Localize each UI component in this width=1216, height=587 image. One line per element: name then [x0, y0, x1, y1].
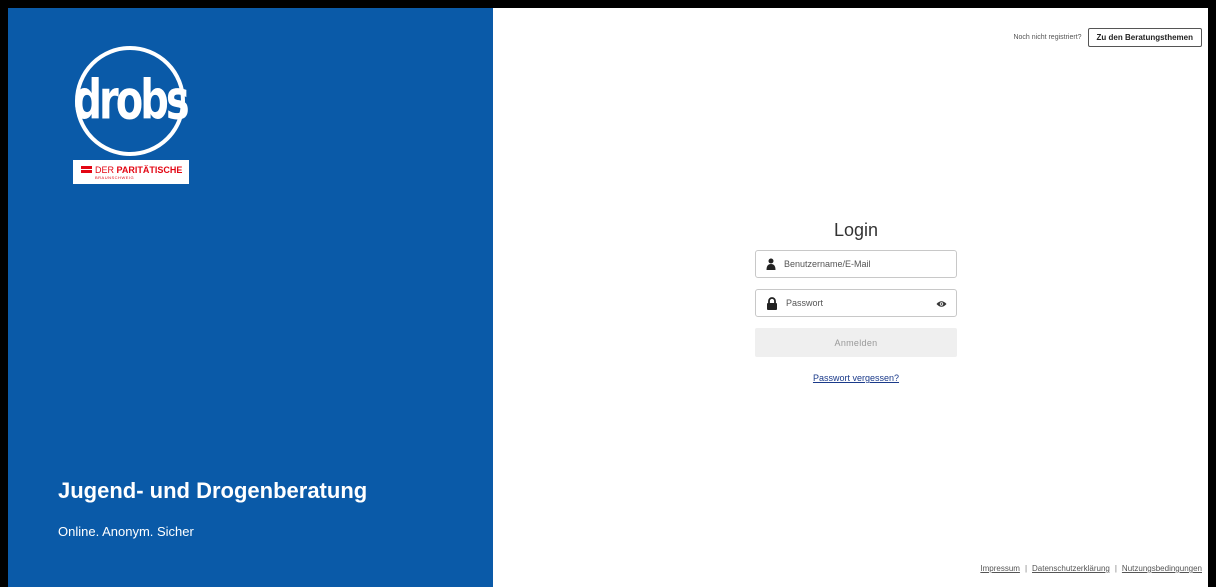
logo-text: drobs	[73, 69, 189, 133]
login-title: Login	[833, 220, 879, 240]
password-field[interactable]	[755, 289, 957, 317]
topbar: Noch nicht registriert? Zu den Beratungs…	[1013, 28, 1202, 47]
username-field[interactable]	[755, 250, 957, 278]
brand-panel: drobs DER PARITÄTISCHE BRAUNSCHWEIG Juge…	[8, 8, 493, 587]
login-form: Login Anmelden	[755, 220, 957, 383]
lock-icon	[767, 296, 777, 310]
password-input[interactable]	[784, 297, 938, 309]
forgot-password-link[interactable]: Passwort vergessen?	[755, 373, 957, 383]
brand-subtitle: Online. Anonym. Sicher	[58, 524, 194, 539]
footer-link-nutzungsbedingungen[interactable]: Nutzungsbedingungen	[1122, 564, 1202, 573]
topics-button[interactable]: Zu den Beratungsthemen	[1087, 28, 1202, 47]
footer-separator: |	[1114, 564, 1117, 573]
register-hint: Noch nicht registriert?	[1013, 34, 1082, 41]
app-frame: drobs DER PARITÄTISCHE BRAUNSCHWEIG Juge…	[8, 8, 1208, 587]
partner-flag-icon	[81, 166, 92, 173]
partner-name-part2: PARITÄTISCHE	[116, 164, 183, 175]
username-input[interactable]	[782, 258, 936, 270]
partner-name-part1: DER	[95, 164, 117, 175]
footer-separator: |	[1024, 564, 1028, 573]
footer-link-datenschutz[interactable]: Datenschutzerklärung	[1032, 564, 1110, 573]
partner-city: BRAUNSCHWEIG	[95, 174, 135, 180]
login-panel: Noch nicht registriert? Zu den Beratungs…	[493, 8, 1208, 587]
eye-icon[interactable]	[936, 300, 947, 308]
logo-circle: drobs	[73, 46, 190, 156]
user-icon	[766, 258, 776, 270]
login-button[interactable]: Anmelden	[755, 328, 957, 357]
partner-badge: DER PARITÄTISCHE BRAUNSCHWEIG	[73, 160, 189, 184]
footer-link-impressum[interactable]: Impressum	[980, 564, 1020, 573]
logo: drobs DER PARITÄTISCHE BRAUNSCHWEIG	[73, 46, 190, 184]
footer-links: Impressum | Datenschutzerklärung | Nutzu…	[980, 564, 1202, 573]
brand-title: Jugend- und Drogenberatung	[58, 478, 368, 503]
